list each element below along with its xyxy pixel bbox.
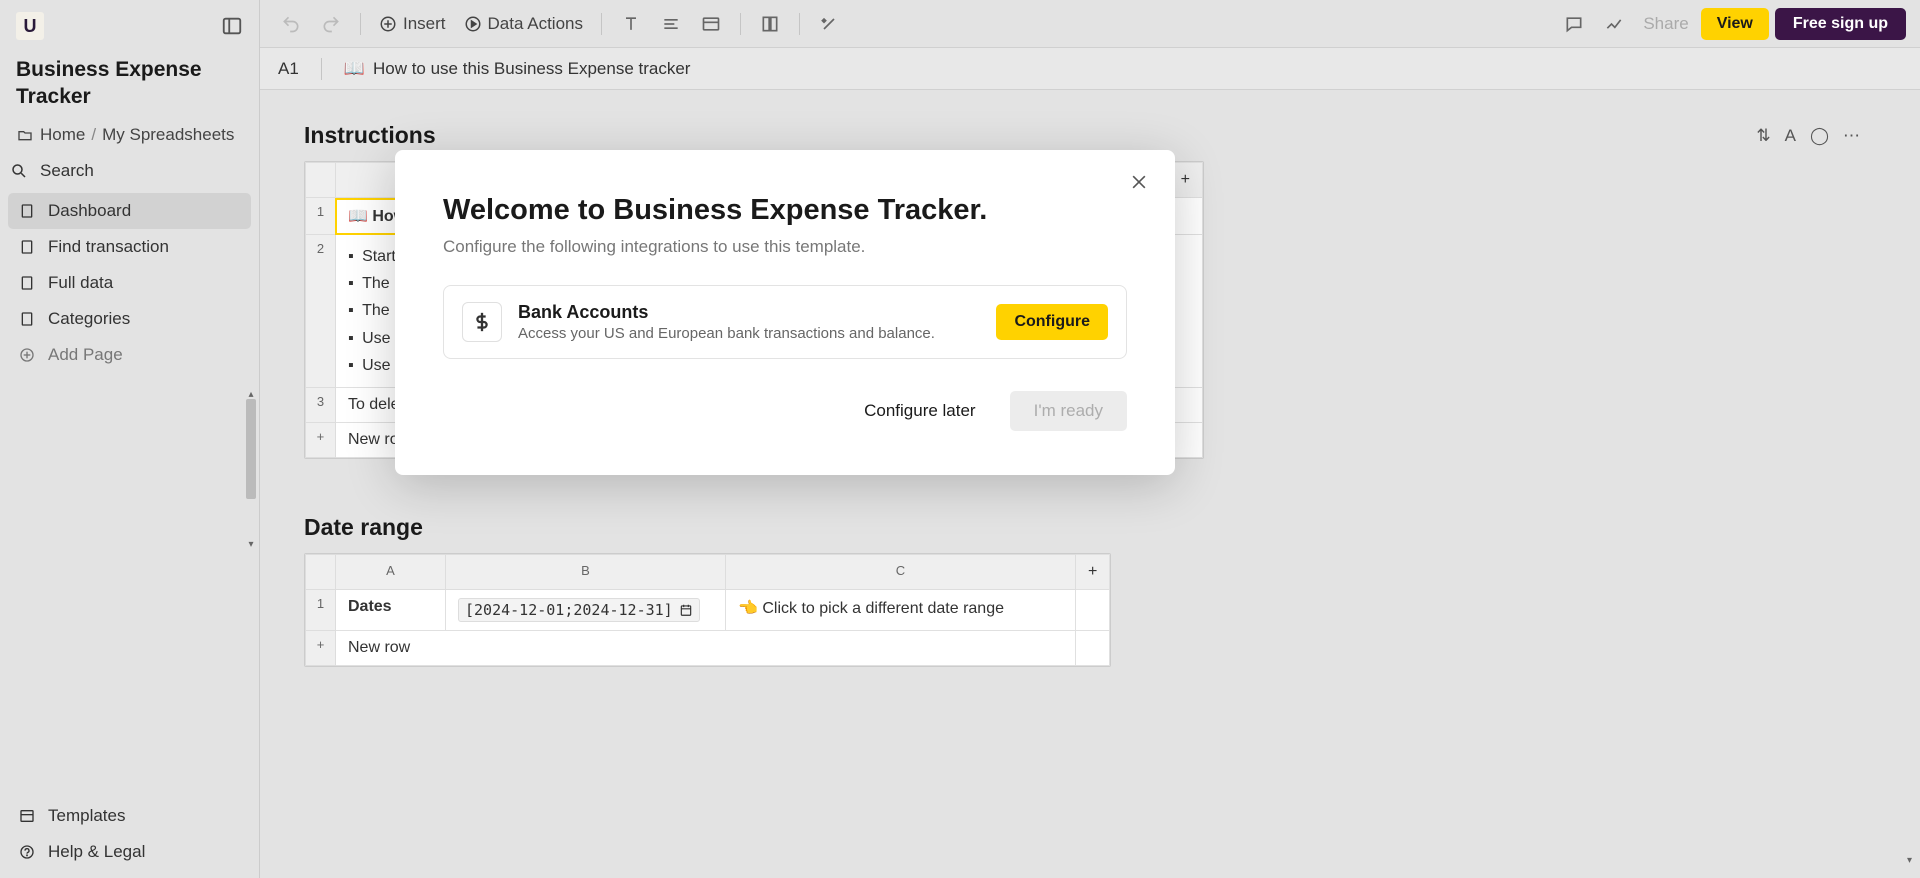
configure-button[interactable]: Configure: [996, 304, 1108, 340]
integration-text: Bank Accounts Access your US and Europea…: [518, 302, 980, 342]
modal-subtitle: Configure the following integrations to …: [443, 237, 1127, 257]
modal-title: Welcome to Business Expense Tracker.: [443, 194, 1127, 227]
close-button[interactable]: [1129, 172, 1149, 192]
integration-title: Bank Accounts: [518, 302, 980, 323]
dollar-icon: [462, 302, 502, 342]
ready-button: I'm ready: [1010, 391, 1127, 431]
configure-later-button[interactable]: Configure later: [850, 393, 990, 429]
integration-card: Bank Accounts Access your US and Europea…: [443, 285, 1127, 359]
modal-actions: Configure later I'm ready: [443, 391, 1127, 431]
welcome-modal: Welcome to Business Expense Tracker. Con…: [395, 150, 1175, 475]
integration-desc: Access your US and European bank transac…: [518, 325, 980, 342]
modal-backdrop[interactable]: Welcome to Business Expense Tracker. Con…: [0, 0, 1920, 878]
